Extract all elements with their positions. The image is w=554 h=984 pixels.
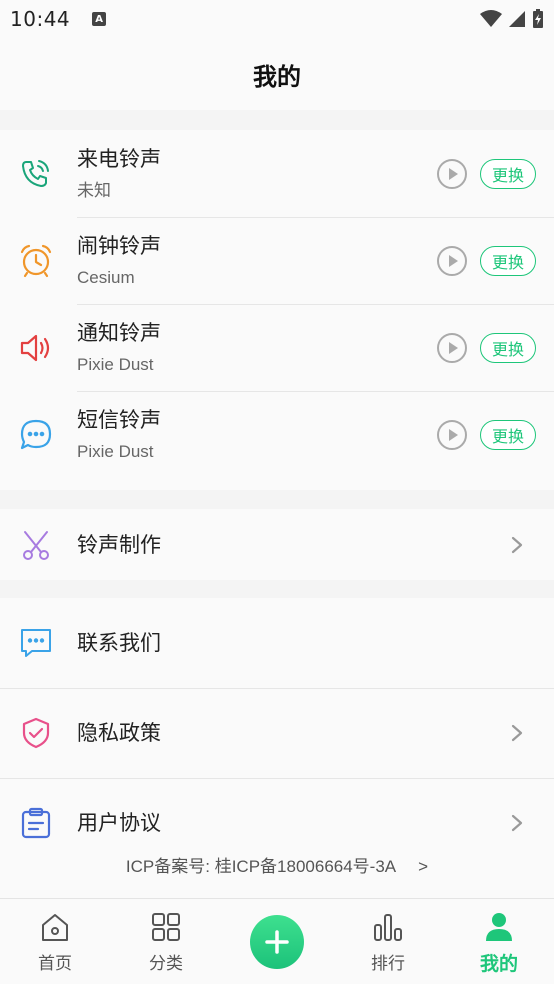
plus-icon bbox=[265, 930, 289, 954]
nav-category-label: 分类 bbox=[149, 954, 183, 974]
page-title: 我的 bbox=[253, 62, 301, 91]
ringtone-maker-label: 铃声制作 bbox=[77, 532, 161, 557]
ringtone-label: 通知铃声 bbox=[77, 320, 161, 345]
phone-ringing-icon bbox=[16, 154, 56, 194]
ringtone-text: 来电铃声 未知 bbox=[77, 145, 161, 203]
ringtone-row-notification[interactable]: 通知铃声 Pixie Dust 更换 bbox=[0, 304, 554, 391]
privacy-policy-text: 隐私政策 bbox=[77, 719, 161, 747]
clipboard-icon bbox=[16, 803, 56, 843]
home-icon bbox=[15, 909, 95, 945]
notification-a-icon: A bbox=[92, 12, 107, 26]
ringtone-label: 闹钟铃声 bbox=[77, 233, 161, 258]
nav-rank[interactable]: 排行 bbox=[348, 909, 428, 974]
privacy-policy-label: 隐私政策 bbox=[77, 721, 161, 745]
chevron-right-icon bbox=[511, 536, 523, 553]
icp-record-text: ICP备案号: 桂ICP备18006664号-3A bbox=[125, 857, 397, 876]
ringtone-value: 未知 bbox=[77, 180, 111, 200]
wifi-icon bbox=[480, 10, 502, 27]
scissors-icon bbox=[16, 525, 56, 565]
ringtone-text: 短信铃声 Pixie Dust bbox=[77, 406, 161, 464]
ringtone-row-alarm[interactable]: 闹钟铃声 Cesium 更换 bbox=[0, 217, 554, 304]
user-icon bbox=[459, 909, 539, 945]
nav-home[interactable]: 首页 bbox=[15, 909, 95, 974]
speaker-icon bbox=[16, 328, 56, 368]
play-icon[interactable] bbox=[436, 419, 468, 451]
ringtone-value: Pixie Dust bbox=[77, 441, 154, 461]
nav-home-label: 首页 bbox=[38, 954, 72, 974]
ringtone-value: Cesium bbox=[77, 267, 135, 287]
bottom-navigation: 首页 分类 排行 我的 bbox=[0, 898, 554, 984]
ringtone-maker-item[interactable]: 铃声制作 bbox=[0, 509, 554, 580]
privacy-policy-item[interactable]: 隐私政策 bbox=[0, 688, 554, 778]
play-icon[interactable] bbox=[436, 245, 468, 277]
bar-chart-icon bbox=[348, 909, 428, 945]
message-icon bbox=[16, 623, 56, 663]
status-time: 10:44 bbox=[10, 7, 71, 31]
change-ringtone-button[interactable]: 更换 bbox=[480, 158, 536, 189]
signal-icon bbox=[509, 11, 525, 27]
battery-charging-icon bbox=[533, 9, 543, 28]
user-agreement-text: 用户协议 bbox=[77, 809, 161, 837]
change-ringtone-button[interactable]: 更换 bbox=[480, 332, 536, 363]
chat-bubble-icon bbox=[16, 415, 56, 455]
ringtone-label: 短信铃声 bbox=[77, 407, 161, 432]
change-ringtone-button[interactable]: 更换 bbox=[480, 419, 536, 450]
nav-category[interactable]: 分类 bbox=[126, 909, 206, 974]
ringtone-text: 闹钟铃声 Cesium bbox=[77, 232, 161, 290]
grid-icon bbox=[126, 909, 206, 945]
add-button[interactable] bbox=[250, 915, 304, 969]
contact-us-label: 联系我们 bbox=[77, 631, 161, 655]
contact-us-item[interactable]: 联系我们 bbox=[0, 598, 554, 688]
screen: 10:44 A 我的 来电铃声 未知 更换 闹钟铃声 Cesium 更换 通知铃… bbox=[0, 0, 554, 984]
alarm-clock-icon bbox=[16, 241, 56, 281]
nav-rank-label: 排行 bbox=[371, 954, 405, 974]
chevron-right-icon bbox=[511, 814, 523, 832]
icp-record-link[interactable]: ICP备案号: 桂ICP备18006664号-3A > bbox=[0, 852, 554, 877]
chevron-right-icon bbox=[511, 724, 523, 742]
ringtone-text: 通知铃声 Pixie Dust bbox=[77, 319, 161, 377]
status-indicators bbox=[480, 9, 544, 29]
nav-mine[interactable]: 我的 bbox=[459, 909, 539, 976]
tools-group: 铃声制作 bbox=[0, 509, 554, 580]
nav-mine-label: 我的 bbox=[479, 953, 518, 975]
ringtone-value: Pixie Dust bbox=[77, 354, 154, 374]
change-ringtone-button[interactable]: 更换 bbox=[480, 245, 536, 276]
title-bar: 我的 bbox=[0, 38, 554, 110]
contact-us-text: 联系我们 bbox=[77, 629, 161, 657]
play-icon[interactable] bbox=[436, 332, 468, 364]
ringtone-settings-group: 来电铃声 未知 更换 闹钟铃声 Cesium 更换 通知铃声 Pixie Dus… bbox=[0, 130, 554, 490]
ringtone-label: 来电铃声 bbox=[77, 146, 161, 171]
user-agreement-label: 用户协议 bbox=[77, 811, 161, 835]
shield-check-icon bbox=[16, 713, 56, 753]
ringtone-row-sms[interactable]: 短信铃声 Pixie Dust 更换 bbox=[0, 391, 554, 478]
status-bar: 10:44 A bbox=[0, 0, 554, 38]
ringtone-maker-text: 铃声制作 bbox=[77, 531, 161, 559]
icp-arrow: > bbox=[418, 857, 429, 876]
ringtone-row-incoming-call[interactable]: 来电铃声 未知 更换 bbox=[0, 130, 554, 217]
play-icon[interactable] bbox=[436, 158, 468, 190]
